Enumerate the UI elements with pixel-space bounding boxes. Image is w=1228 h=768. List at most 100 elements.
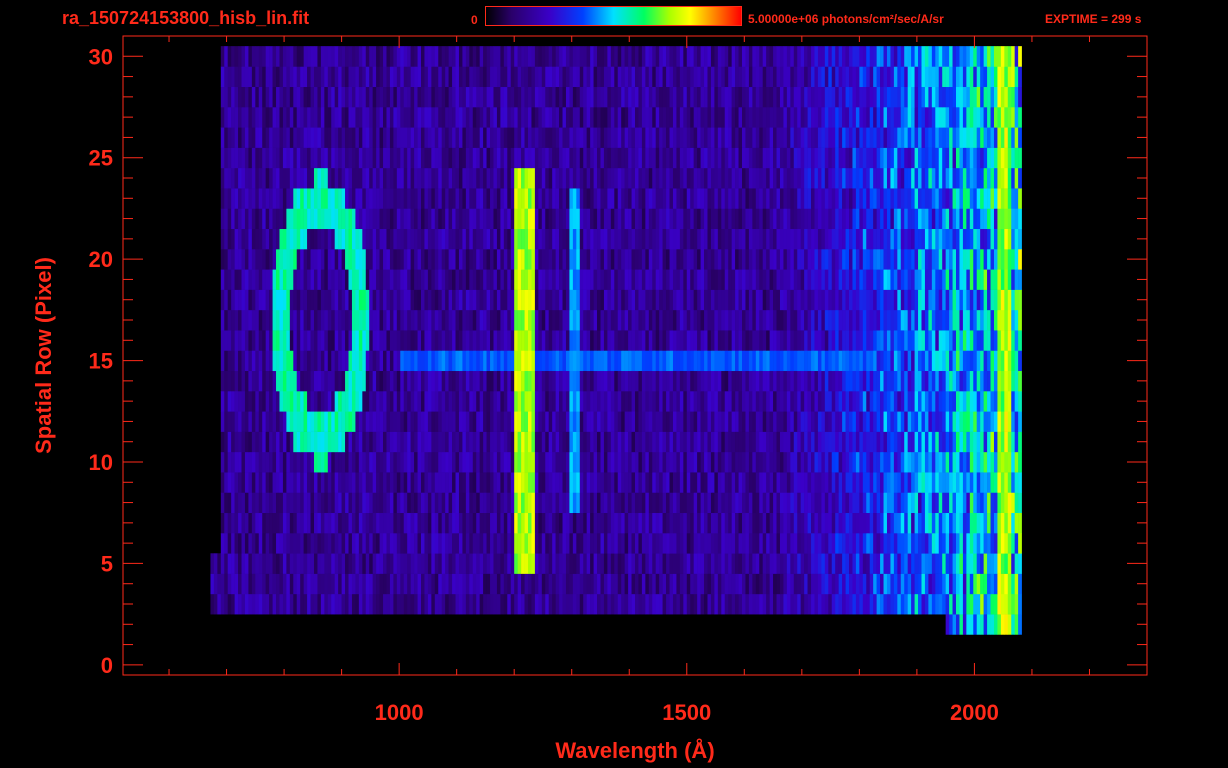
heatmap-cell bbox=[821, 188, 826, 209]
heatmap-cell bbox=[534, 451, 539, 473]
heatmap-cell bbox=[372, 370, 377, 392]
heatmap-cell bbox=[244, 208, 249, 230]
heatmap-cell bbox=[334, 431, 339, 453]
heatmap-cell bbox=[269, 593, 273, 615]
heatmap-cell bbox=[379, 228, 384, 250]
heatmap-cell bbox=[569, 431, 574, 453]
heatmap-cell bbox=[341, 208, 346, 230]
heatmap-cell bbox=[676, 208, 681, 230]
heatmap-cell bbox=[845, 249, 850, 270]
heatmap-cell bbox=[724, 370, 729, 392]
heatmap-cell bbox=[272, 330, 277, 351]
heatmap-cell bbox=[327, 391, 332, 412]
heatmap-cell bbox=[386, 451, 391, 473]
heatmap-cell bbox=[855, 370, 860, 392]
heatmap-cell bbox=[786, 411, 791, 432]
heatmap-cell bbox=[455, 512, 460, 534]
heatmap-cell bbox=[313, 472, 318, 493]
heatmap-cell bbox=[238, 269, 242, 290]
heatmap-cell bbox=[331, 593, 336, 615]
heatmap-cell bbox=[286, 553, 291, 574]
heatmap-cell bbox=[576, 188, 581, 209]
heatmap-cell bbox=[386, 208, 391, 230]
heatmap-cell bbox=[776, 370, 781, 392]
heatmap-cell bbox=[735, 411, 739, 432]
heatmap-cell bbox=[452, 411, 456, 432]
heatmap-cell bbox=[762, 289, 767, 311]
heatmap-cell bbox=[717, 431, 722, 453]
heatmap-cell bbox=[790, 391, 795, 412]
heatmap-cell bbox=[693, 249, 698, 270]
heatmap-cell bbox=[800, 350, 805, 372]
heatmap-cell bbox=[483, 411, 487, 432]
heatmap-cell bbox=[403, 472, 408, 493]
heatmap-cell bbox=[717, 593, 722, 615]
heatmap-cell bbox=[731, 451, 736, 473]
heatmap-cell bbox=[969, 391, 974, 412]
heatmap-cell bbox=[786, 228, 791, 250]
heatmap-cell bbox=[331, 350, 336, 372]
heatmap-cell bbox=[1007, 533, 1012, 554]
heatmap-cell bbox=[407, 228, 411, 250]
heatmap-cell bbox=[931, 228, 936, 250]
heatmap-cell bbox=[907, 533, 912, 554]
heatmap-cell bbox=[686, 309, 691, 331]
heatmap-cell bbox=[776, 573, 781, 595]
heatmap-cell bbox=[320, 350, 325, 372]
heatmap-cell bbox=[924, 330, 929, 351]
heatmap-cell bbox=[883, 451, 888, 473]
heatmap-cell bbox=[452, 472, 456, 493]
heatmap-cell bbox=[683, 289, 688, 311]
heatmap-cell bbox=[849, 573, 853, 595]
heatmap-cell bbox=[724, 431, 729, 453]
heatmap-cell bbox=[710, 208, 715, 230]
heatmap-cell bbox=[752, 330, 757, 351]
heatmap-cell bbox=[317, 350, 322, 372]
heatmap-cell bbox=[327, 411, 332, 432]
heatmap-cell bbox=[628, 350, 632, 372]
heatmap-cell bbox=[693, 289, 698, 311]
heatmap-cell bbox=[369, 330, 373, 351]
heatmap-cell bbox=[962, 370, 967, 392]
heatmap-cell bbox=[234, 249, 239, 270]
heatmap-cell bbox=[669, 309, 674, 331]
heatmap-cell bbox=[362, 289, 367, 311]
heatmap-cell bbox=[548, 289, 553, 311]
heatmap-cell bbox=[427, 167, 432, 189]
heatmap-cell bbox=[635, 492, 639, 514]
heatmap-cell bbox=[241, 350, 246, 372]
heatmap-cell bbox=[956, 249, 960, 270]
heatmap-cell bbox=[883, 249, 888, 270]
heatmap-cell bbox=[735, 431, 739, 453]
heatmap-cell bbox=[251, 228, 256, 250]
heatmap-cell bbox=[904, 350, 908, 372]
heatmap-cell bbox=[1011, 614, 1015, 635]
heatmap-cell bbox=[472, 411, 477, 432]
heatmap-cell bbox=[503, 512, 508, 534]
heatmap-cell bbox=[445, 370, 449, 392]
heatmap-cell bbox=[631, 188, 636, 209]
heatmap-cell bbox=[662, 208, 667, 230]
heatmap-cell bbox=[655, 411, 660, 432]
heatmap-cell bbox=[365, 188, 370, 209]
heatmap-cell bbox=[731, 370, 736, 392]
heatmap-cell bbox=[583, 533, 587, 554]
heatmap-cell bbox=[714, 330, 719, 351]
heatmap-cell bbox=[469, 370, 474, 392]
heatmap-cell bbox=[407, 309, 411, 331]
heatmap-cell bbox=[859, 309, 864, 331]
heatmap-cell bbox=[614, 573, 619, 595]
heatmap-cell bbox=[845, 533, 850, 554]
heatmap-cell bbox=[845, 451, 850, 473]
heatmap-cell bbox=[220, 593, 225, 615]
heatmap-cell bbox=[600, 370, 605, 392]
heatmap-cell bbox=[880, 411, 884, 432]
heatmap-cell bbox=[811, 249, 815, 270]
heatmap-cell bbox=[842, 370, 846, 392]
heatmap-cell bbox=[224, 451, 229, 473]
heatmap-cell bbox=[427, 492, 432, 514]
heatmap-cell bbox=[876, 492, 881, 514]
heatmap-cell bbox=[686, 391, 691, 412]
heatmap-cell bbox=[786, 593, 791, 615]
heatmap-cell bbox=[455, 167, 460, 189]
